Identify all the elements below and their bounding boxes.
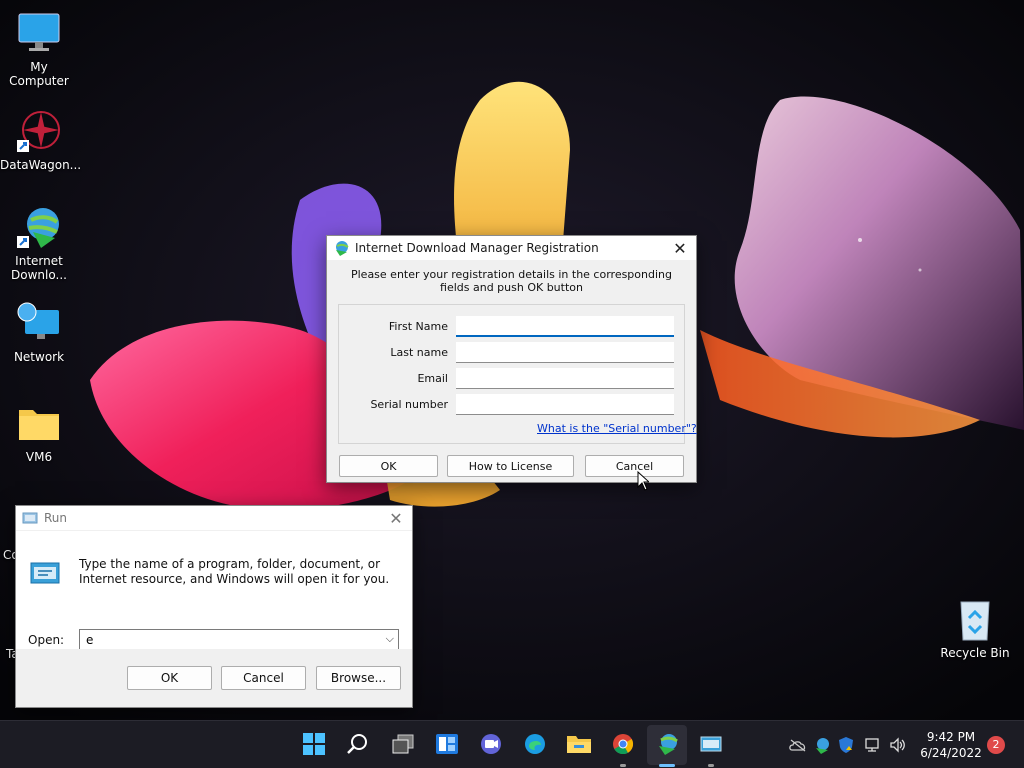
active-indicator xyxy=(659,764,675,767)
file-explorer-icon[interactable] xyxy=(566,731,592,757)
idm-titlebar[interactable]: Internet Download Manager Registration ✕ xyxy=(327,236,696,260)
chrome-browser-icon[interactable] xyxy=(610,731,636,757)
running-indicator xyxy=(620,764,626,767)
taskbar: 9:42 PM 6/24/2022 2 xyxy=(0,720,1024,768)
email-label: Email xyxy=(417,372,448,385)
desktop-icon-label: DataWagon... xyxy=(0,158,82,172)
desktop-icon-recycle-bin[interactable]: Recycle Bin xyxy=(936,596,1014,660)
desktop-icon-my-computer[interactable]: My Computer xyxy=(0,10,78,88)
close-icon[interactable]: ✕ xyxy=(380,506,412,530)
close-icon[interactable]: ✕ xyxy=(664,236,696,260)
folder-icon xyxy=(15,400,63,448)
network-icon xyxy=(15,300,63,348)
run-body: Type the name of a program, folder, docu… xyxy=(16,531,412,652)
idm-taskbar-icon[interactable] xyxy=(654,731,680,757)
clock-date: 6/24/2022 xyxy=(920,746,982,760)
email-input[interactable] xyxy=(456,368,674,389)
notification-badge[interactable]: 2 xyxy=(987,736,1005,754)
run-app-icon xyxy=(22,510,38,526)
desktop-icon-vm6[interactable]: VM6 xyxy=(0,400,78,464)
search-icon[interactable] xyxy=(345,731,371,757)
run-dialog-title: Run xyxy=(44,511,68,525)
browse-button[interactable]: Browse... xyxy=(316,666,401,690)
desktop-icon-label: Network xyxy=(13,350,65,364)
idm-tray-icon[interactable] xyxy=(812,735,832,755)
idm-registration-dialog: Internet Download Manager Registration ✕… xyxy=(326,235,697,483)
clock-time: 9:42 PM xyxy=(926,730,976,744)
network-status-icon[interactable] xyxy=(862,735,882,755)
widgets-icon[interactable] xyxy=(434,731,460,757)
onedrive-offline-icon[interactable] xyxy=(788,735,808,755)
serial-number-help-link[interactable]: What is the "Serial number"? xyxy=(537,422,697,435)
desktop-icon-idm[interactable]: Internet Downlo... xyxy=(0,204,78,282)
email-row: Email xyxy=(339,368,686,390)
run-footer: OK Cancel Browse... xyxy=(16,649,412,707)
serial-number-label: Serial number xyxy=(370,398,448,411)
monitor-icon xyxy=(15,10,63,58)
mouse-cursor-icon xyxy=(637,471,649,491)
serial-number-row: Serial number xyxy=(339,394,686,416)
run-program-icon xyxy=(30,561,60,585)
datawagon-logo-icon xyxy=(15,108,63,156)
desktop-icon-network[interactable]: Network xyxy=(0,300,78,364)
last-name-label: Last name xyxy=(390,346,448,359)
taskbar-clock[interactable]: 9:42 PM 6/24/2022 xyxy=(916,729,986,761)
desktop-icon-label: My Computer xyxy=(9,60,69,88)
open-combobox-value: e xyxy=(86,633,94,647)
idm-cancel-button[interactable]: Cancel xyxy=(585,455,684,477)
first-name-row: First Name xyxy=(339,316,686,338)
how-to-license-button[interactable]: How to License xyxy=(447,455,574,477)
last-name-input[interactable] xyxy=(456,342,674,363)
running-indicator xyxy=(708,764,714,767)
idm-globe-icon xyxy=(15,204,63,252)
serial-number-input[interactable] xyxy=(456,394,674,415)
idm-ok-button[interactable]: OK xyxy=(339,455,438,477)
volume-icon[interactable] xyxy=(888,735,908,755)
teams-chat-icon[interactable] xyxy=(478,731,504,757)
run-taskbar-icon[interactable] xyxy=(698,731,724,757)
open-label: Open: xyxy=(28,633,65,647)
chevron-down-icon[interactable]: ⌵ xyxy=(386,632,394,646)
desktop-icon-datawagon[interactable]: DataWagon... xyxy=(0,108,82,172)
run-cancel-button[interactable]: Cancel xyxy=(221,666,306,690)
task-view-icon[interactable] xyxy=(390,731,416,757)
idm-fields-group: First Name Last name Email Serial number… xyxy=(338,304,697,444)
desktop-icon-label: Recycle Bin xyxy=(940,646,1010,660)
run-ok-button[interactable]: OK xyxy=(127,666,212,690)
security-shield-icon[interactable] xyxy=(836,735,856,755)
run-titlebar[interactable]: Run ✕ xyxy=(16,506,412,530)
run-dialog: Run ✕ Type the name of a program, folder… xyxy=(15,505,413,708)
idm-app-icon xyxy=(333,240,349,256)
run-description: Type the name of a program, folder, docu… xyxy=(79,557,390,586)
desktop-icon-label: VM6 xyxy=(25,450,53,464)
first-name-label: First Name xyxy=(388,320,448,333)
first-name-input[interactable] xyxy=(456,316,674,337)
idm-dialog-title: Internet Download Manager Registration xyxy=(355,241,599,255)
recycle-bin-icon xyxy=(951,596,999,644)
desktop-icon-label: Internet Downlo... xyxy=(11,254,67,282)
start-windows-icon[interactable] xyxy=(301,731,327,757)
idm-description: Please enter your registration details i… xyxy=(350,268,672,294)
last-name-row: Last name xyxy=(339,342,686,364)
edge-browser-icon[interactable] xyxy=(522,731,548,757)
